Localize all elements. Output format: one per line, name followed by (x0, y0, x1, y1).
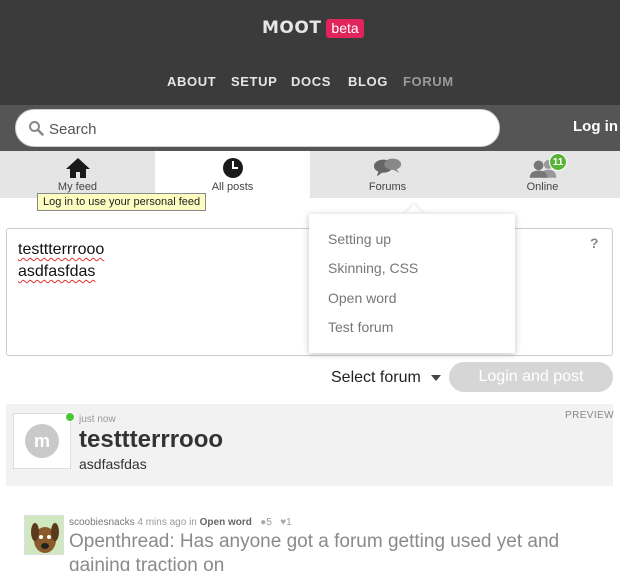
forum-option[interactable]: Skinning, CSS (328, 260, 418, 276)
clock-icon (222, 158, 243, 178)
tab-online[interactable]: Online (465, 151, 620, 198)
reply-count: 5 (266, 517, 272, 528)
editor-line: asdfasfdas (18, 263, 96, 280)
post-title: testtterrrooo (79, 426, 224, 453)
dog-avatar-icon (25, 516, 63, 554)
search-box (15, 109, 500, 147)
forum-option[interactable]: Setting up (328, 231, 391, 247)
avatar: m (13, 413, 71, 469)
nav-blog[interactable]: BLOG (348, 74, 388, 89)
avatar-letter: m (25, 424, 59, 458)
help-icon[interactable]: ? (590, 235, 599, 251)
chat-bubbles-icon (373, 158, 401, 177)
post-time: just now (79, 414, 116, 425)
author-name[interactable]: scoobiesnacks (69, 517, 135, 528)
editor-line: testtterrrooo (18, 241, 105, 258)
feed-item-title[interactable]: Openthread: Has anyone got a forum getti… (69, 530, 609, 571)
nav-setup[interactable]: SETUP (231, 74, 277, 89)
nav-about[interactable]: ABOUT (167, 74, 216, 89)
select-forum[interactable]: Select forum (331, 369, 421, 387)
search-icon (29, 121, 44, 136)
tab-label: Forums (368, 181, 407, 193)
search-input[interactable] (49, 118, 479, 140)
search-bar: Log in (0, 105, 620, 151)
tab-my-feed[interactable]: My feed (0, 151, 155, 198)
tab-label: Online (526, 181, 559, 193)
beta-badge: beta (326, 18, 364, 38)
feed-tooltip: Log in to use your personal feed (37, 193, 207, 211)
in-label: in (189, 517, 197, 528)
logo-text: MOOT (262, 18, 322, 38)
site-header: MOOT beta ABOUT SETUP DOCS BLOG FORUM (0, 0, 620, 105)
dropdown-arrow (404, 204, 424, 214)
home-icon (65, 158, 90, 178)
forum-option[interactable]: Open word (328, 290, 396, 306)
forum-link[interactable]: Open word (200, 517, 252, 528)
main-nav: ABOUT SETUP DOCS BLOG FORUM (0, 74, 620, 92)
post-body: asdfasfdas (79, 456, 147, 472)
forum-dropdown: Setting up Skinning, CSS Open word Test … (309, 214, 515, 353)
nav-forum[interactable]: FORUM (403, 74, 454, 89)
tab-label: All posts (211, 181, 254, 193)
tab-label: My feed (57, 181, 98, 193)
feed-item-meta: scoobiesnacks 4 mins ago in Open word ●5… (69, 517, 292, 528)
feed-item-time: 4 mins ago (137, 517, 187, 528)
tab-all-posts[interactable]: All posts (155, 151, 310, 198)
like-count: 1 (286, 517, 292, 528)
tab-forums[interactable]: Forums (310, 151, 465, 198)
feed-tabs: My feed All posts Forums Online (0, 151, 620, 198)
online-status-icon (65, 412, 75, 422)
preview-label: PREVIEW (565, 410, 614, 421)
login-link[interactable]: Log in (573, 118, 618, 135)
logo[interactable]: MOOT beta (262, 18, 364, 38)
online-count-badge: 11 (549, 153, 567, 171)
caret-down-icon[interactable] (431, 375, 441, 381)
login-and-post-button[interactable]: Login and post (449, 362, 613, 392)
nav-docs[interactable]: DOCS (291, 74, 331, 89)
forum-option[interactable]: Test forum (328, 319, 393, 335)
user-avatar[interactable] (24, 515, 64, 555)
